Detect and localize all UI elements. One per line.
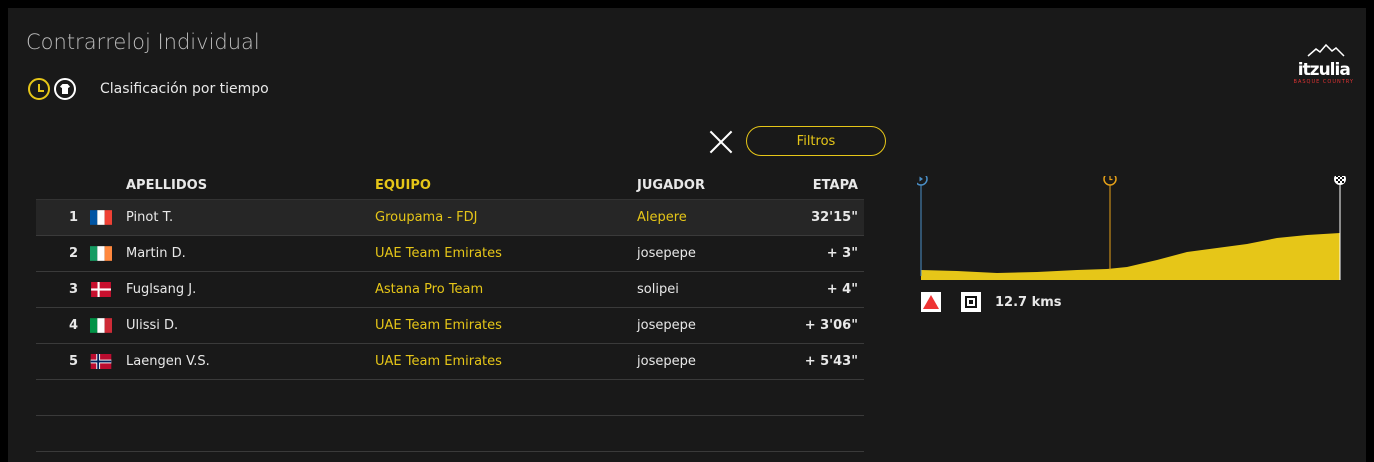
profile-area	[921, 233, 1340, 280]
row-player: josepepe	[637, 343, 757, 380]
header-surname[interactable]: APELLIDOS	[126, 171, 375, 200]
row-time: + 4"	[757, 271, 864, 308]
row-team[interactable]: UAE Team Emirates	[375, 235, 637, 272]
table-row[interactable]: 1 Pinot T. Groupama - FDJ Alepere 32'15"	[36, 199, 864, 236]
row-surname: Pinot T.	[126, 199, 375, 236]
stage-panel: Contrarreloj Individual Clasificación po…	[8, 8, 1366, 462]
classification-label: Clasificación por tiempo	[100, 81, 269, 97]
table-row[interactable]: 5 Laengen V.S. UAE Team Emirates josepep…	[36, 343, 864, 380]
row-surname: Laengen V.S.	[126, 343, 375, 380]
elevation-icon[interactable]	[921, 292, 941, 312]
denmark-flag-icon	[91, 282, 111, 297]
header-flag	[84, 171, 126, 200]
logo-tagline: BASQUE COUNTRY	[1293, 79, 1354, 85]
row-team[interactable]: Groupama - FDJ	[375, 199, 637, 236]
row-player: josepepe	[637, 235, 757, 272]
france-flag-icon	[90, 210, 112, 225]
page-title: Contrarreloj Individual	[26, 30, 260, 54]
clock-icon[interactable]	[28, 78, 50, 100]
header-player[interactable]: JUGADOR	[637, 171, 757, 200]
row-time: 32'15"	[757, 199, 864, 236]
header-stage[interactable]: ETAPA	[757, 171, 864, 200]
table-row[interactable]: 2 Martin D. UAE Team Emirates josepepe +…	[36, 235, 864, 272]
row-time: + 3"	[757, 235, 864, 272]
filters-button[interactable]: Filtros	[746, 126, 886, 156]
row-team[interactable]: Astana Pro Team	[375, 271, 637, 308]
itzulia-logo: itzulia BASQUE COUNTRY	[1294, 42, 1354, 85]
route-map-icon[interactable]	[961, 292, 981, 312]
row-position: 3	[36, 271, 84, 308]
close-icon[interactable]	[708, 129, 734, 155]
jersey-icon[interactable]	[54, 78, 76, 100]
ireland-flag-icon	[90, 246, 112, 261]
logo-wordmark: itzulia	[1297, 60, 1351, 80]
classification-header: Clasificación por tiempo	[28, 76, 269, 102]
row-surname: Ulissi D.	[126, 307, 375, 344]
profile-legend: 12.7 kms	[921, 292, 1062, 312]
italy-flag-icon	[90, 318, 112, 333]
row-position: 1	[36, 199, 84, 236]
norway-flag-icon	[90, 354, 112, 369]
table-header-row: APELLIDOS EQUIPO JUGADOR ETAPA	[36, 171, 864, 200]
row-position: 4	[36, 307, 84, 344]
table-row-empty	[36, 379, 864, 416]
header-position	[36, 171, 84, 200]
row-surname: Martin D.	[126, 235, 375, 272]
stage-profile-chart	[917, 176, 1346, 280]
finish-flag-icon[interactable]	[1334, 176, 1346, 185]
row-player: solipei	[637, 271, 757, 308]
mountain-icon	[1307, 43, 1345, 57]
row-time: + 3'06"	[757, 307, 864, 344]
header-team[interactable]: EQUIPO	[375, 171, 637, 200]
row-player[interactable]: Alepere	[637, 199, 757, 236]
stage-distance: 12.7 kms	[995, 294, 1062, 310]
row-surname: Fuglsang J.	[126, 271, 375, 308]
start-marker-icon[interactable]	[917, 176, 928, 186]
classification-table: APELLIDOS EQUIPO JUGADOR ETAPA 1 Pinot T…	[36, 171, 864, 452]
table-row-empty	[36, 415, 864, 452]
row-player: josepepe	[637, 307, 757, 344]
row-team[interactable]: UAE Team Emirates	[375, 307, 637, 344]
row-position: 2	[36, 235, 84, 272]
row-time: + 5'43"	[757, 343, 864, 380]
row-team[interactable]: UAE Team Emirates	[375, 343, 637, 380]
row-position: 5	[36, 343, 84, 380]
table-row[interactable]: 4 Ulissi D. UAE Team Emirates josepepe +…	[36, 307, 864, 344]
table-row[interactable]: 3 Fuglsang J. Astana Pro Team solipei + …	[36, 271, 864, 308]
